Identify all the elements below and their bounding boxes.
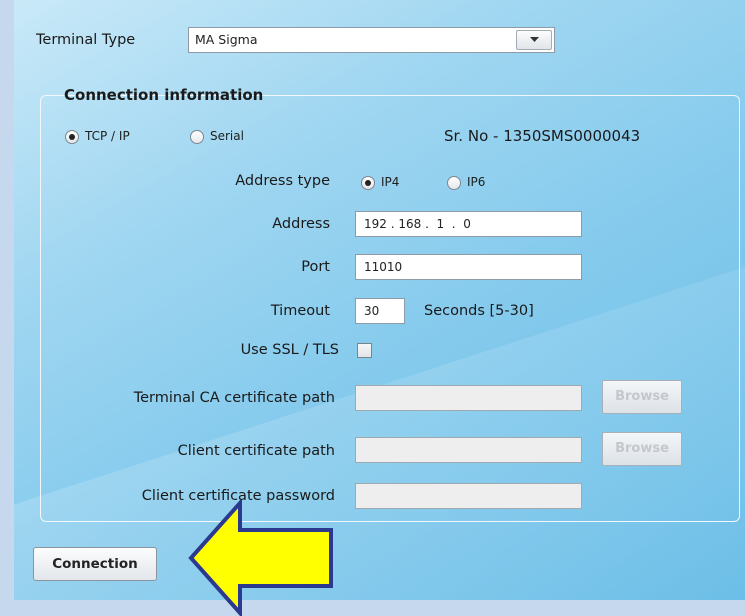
timeout-label: Timeout (270, 303, 330, 319)
arrow-annotation-icon (188, 500, 333, 616)
address-label: Address (272, 216, 330, 232)
ssl-label: Use SSL / TLS (240, 342, 339, 358)
timeout-input[interactable]: 30 (355, 298, 405, 324)
terminal-type-dropdown[interactable]: MA Sigma (188, 27, 555, 53)
tcp-ip-radio[interactable] (65, 130, 79, 144)
connection-button[interactable]: Connection (33, 547, 157, 581)
serial-number: Sr. No - 1350SMS0000043 (444, 127, 641, 145)
terminal-ca-browse-button[interactable]: Browse (602, 380, 682, 414)
chevron-down-icon (530, 37, 539, 42)
client-cert-browse-button[interactable]: Browse (602, 432, 682, 466)
terminal-type-value: MA Sigma (195, 32, 258, 47)
ip4-label: IP4 (381, 175, 400, 189)
terminal-ca-cert-label: Terminal CA certificate path (133, 390, 335, 406)
address-input[interactable]: 192 . 168 . 1 . 0 (355, 211, 582, 237)
port-input[interactable]: 11010 (355, 254, 582, 280)
group-title: Connection information (64, 86, 264, 104)
timeout-unit: Seconds [5-30] (424, 303, 534, 319)
address-type-label: Address type (235, 173, 330, 189)
ip6-radio[interactable] (447, 176, 461, 190)
ip4-radio[interactable] (361, 176, 375, 190)
terminal-type-label: Terminal Type (36, 32, 136, 48)
terminal-ca-cert-input[interactable] (355, 385, 582, 411)
client-cert-label: Client certificate path (177, 443, 335, 459)
dropdown-button[interactable] (516, 30, 552, 50)
ip6-label: IP6 (467, 175, 486, 189)
client-cert-input[interactable] (355, 437, 582, 463)
client-cert-password-input[interactable] (355, 483, 582, 509)
port-label: Port (301, 259, 330, 275)
serial-label: Serial (210, 129, 244, 143)
serial-radio[interactable] (190, 130, 204, 144)
tcp-ip-label: TCP / IP (85, 129, 130, 143)
ssl-checkbox[interactable] (357, 343, 372, 358)
